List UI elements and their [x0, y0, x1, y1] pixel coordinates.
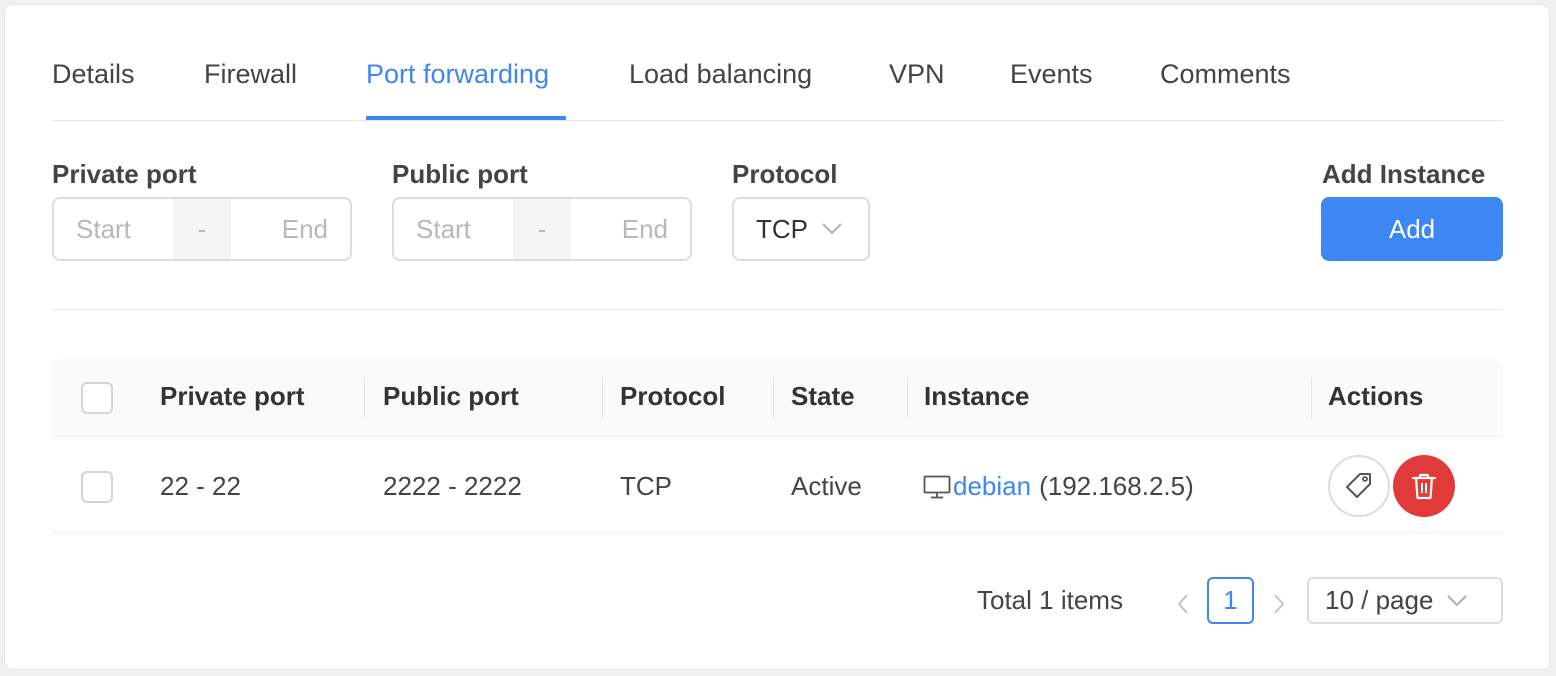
cell-public-port: 2222 - 2222 [383, 471, 522, 501]
column-divider [364, 377, 365, 419]
cell-state: Active [791, 471, 862, 501]
cell-private-port: 22 - 22 [160, 471, 241, 501]
column-divider [1311, 377, 1312, 419]
public-port-separator: - [513, 199, 571, 259]
active-tab-indicator [366, 116, 566, 120]
tab-vpn[interactable]: VPN [889, 59, 945, 90]
public-port-start-input[interactable] [394, 199, 513, 259]
page-size-value: 10 / page [1325, 585, 1434, 615]
table-row: 22 - 22 2222 - 2222 TCP Active debian (1… [52, 437, 1503, 533]
column-header-actions: Actions [1328, 381, 1424, 411]
tab-events[interactable]: Events [1010, 59, 1093, 90]
cell-protocol: TCP [620, 471, 672, 501]
table-header: Private port Public port Protocol State … [52, 359, 1503, 437]
private-port-label: Private port [52, 159, 197, 189]
delete-icon [1410, 471, 1438, 501]
section-divider [52, 309, 1503, 310]
tab-comments[interactable]: Comments [1160, 59, 1291, 90]
select-all-checkbox[interactable] [81, 382, 113, 414]
private-port-range: - [52, 197, 352, 261]
chevron-right-icon [1273, 594, 1285, 614]
chevron-left-icon [1177, 594, 1189, 614]
private-port-end-input[interactable] [231, 199, 350, 259]
delete-button[interactable] [1393, 455, 1455, 517]
prev-page-button[interactable] [1171, 589, 1195, 619]
next-page-button[interactable] [1267, 589, 1291, 619]
instance-link[interactable]: debian [953, 471, 1031, 502]
tag-button[interactable] [1328, 455, 1390, 517]
page-number-button[interactable]: 1 [1207, 577, 1254, 624]
column-header-state: State [791, 381, 855, 411]
cell-instance: debian (192.168.2.5) [923, 471, 1194, 502]
protocol-label: Protocol [732, 159, 838, 189]
private-port-start-input[interactable] [54, 199, 173, 259]
column-header-public-port: Public port [383, 381, 519, 411]
public-port-label: Public port [392, 159, 528, 189]
chevron-down-icon [822, 223, 842, 235]
page-size-select[interactable]: 10 / page [1307, 577, 1503, 624]
protocol-select[interactable]: TCP [732, 197, 870, 261]
chevron-down-icon [1447, 594, 1468, 607]
pagination-total: Total 1 items [977, 585, 1123, 615]
monitor-icon [923, 475, 951, 499]
column-header-instance: Instance [924, 381, 1030, 411]
column-divider [773, 377, 774, 419]
protocol-select-value: TCP [756, 213, 808, 244]
column-divider [602, 377, 603, 419]
tab-bar: Details Firewall Port forwarding Load ba… [52, 5, 1503, 121]
public-port-range: - [392, 197, 692, 261]
tab-firewall[interactable]: Firewall [204, 59, 297, 90]
row-checkbox[interactable] [81, 471, 113, 503]
tab-details[interactable]: Details [52, 59, 135, 90]
tab-port-forwarding[interactable]: Port forwarding [366, 59, 549, 90]
tab-load-balancing[interactable]: Load balancing [629, 59, 812, 90]
port-forwarding-panel: Details Firewall Port forwarding Load ba… [4, 4, 1550, 670]
column-header-private-port: Private port [160, 381, 305, 411]
add-button[interactable]: Add [1321, 197, 1503, 261]
tag-icon [1344, 471, 1374, 501]
column-divider [907, 377, 908, 419]
instance-ip: (192.168.2.5) [1039, 471, 1194, 501]
private-port-separator: - [173, 199, 231, 259]
add-instance-label: Add Instance [1322, 159, 1486, 189]
public-port-end-input[interactable] [571, 199, 690, 259]
column-header-protocol: Protocol [620, 381, 726, 411]
